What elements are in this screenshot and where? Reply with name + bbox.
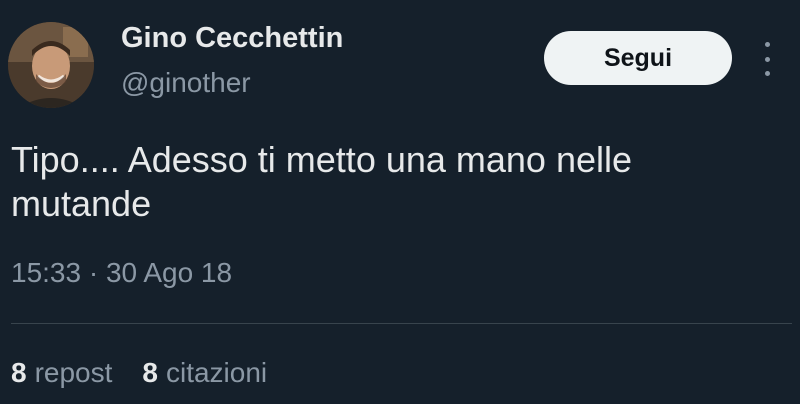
more-vertical-icon[interactable] xyxy=(758,42,776,76)
tweet-card: Gino Cecchettin @ginother Segui Tipo....… xyxy=(0,0,800,404)
tweet-stats: 8 repost 8 citazioni xyxy=(11,359,267,387)
author-handle[interactable]: @ginother xyxy=(121,69,251,97)
quote-stat[interactable]: 8 citazioni xyxy=(142,359,267,387)
tweet-timestamp[interactable]: 15:33 · 30 Ago 18 xyxy=(11,259,232,287)
dot xyxy=(764,56,770,62)
repost-stat[interactable]: 8 repost xyxy=(11,359,112,387)
divider xyxy=(11,323,792,324)
author-name[interactable]: Gino Cecchettin xyxy=(121,24,343,53)
tweet-text: Tipo.... Adesso ti metto una mano nelle … xyxy=(11,139,633,224)
avatar-image xyxy=(8,22,94,108)
quote-label: citazioni xyxy=(165,357,268,388)
dot xyxy=(764,42,770,47)
quote-count: 8 xyxy=(142,357,158,388)
repost-label: repost xyxy=(34,357,113,388)
dot xyxy=(764,71,770,76)
avatar[interactable] xyxy=(8,22,94,108)
follow-button[interactable]: Segui xyxy=(544,31,732,85)
repost-count: 8 xyxy=(11,357,27,388)
